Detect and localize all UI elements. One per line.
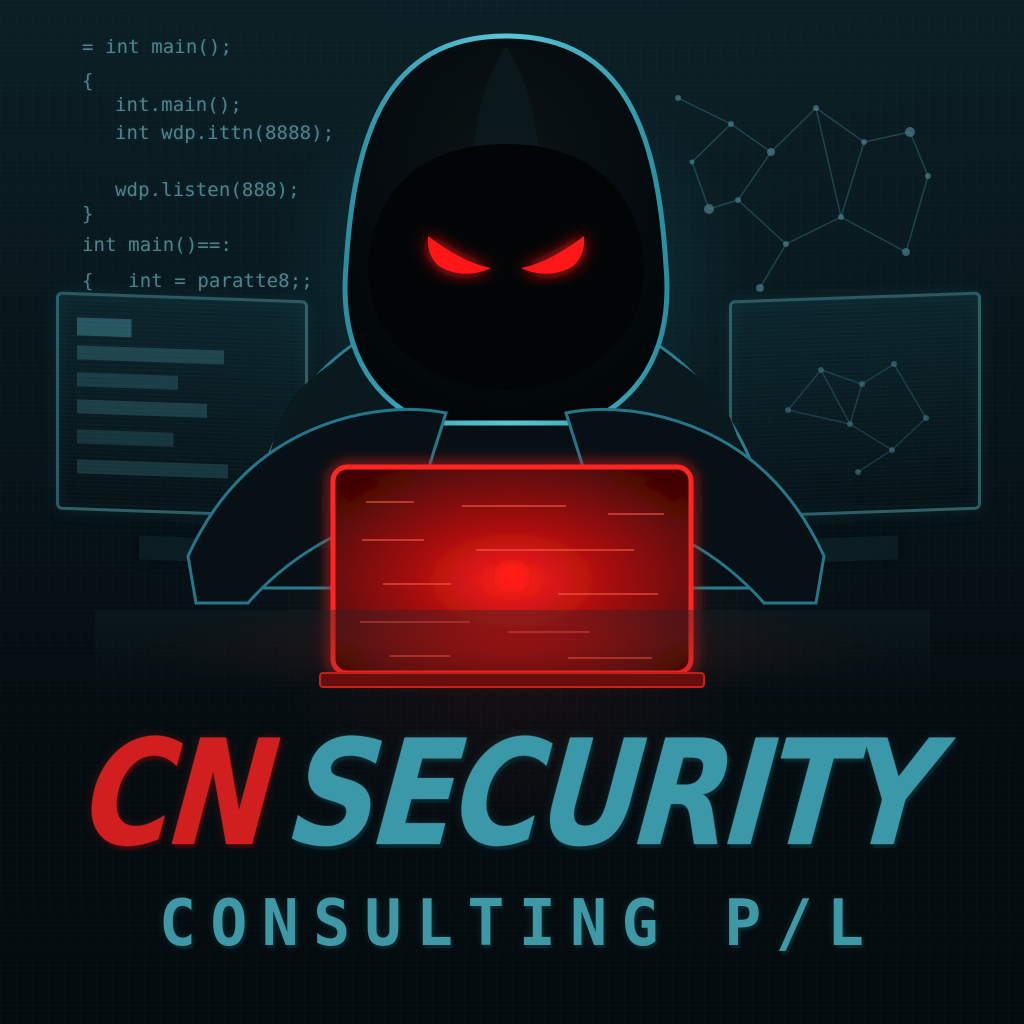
code-line-2: {	[82, 70, 94, 92]
brand-name-security: SECURITY	[285, 709, 945, 879]
brand-title: CN SECURITY	[74, 709, 949, 879]
brand-name-cn: CN	[79, 709, 282, 879]
code-line-6: }	[82, 203, 94, 225]
security-poster: = int main(); { int.main(); int wdp.ittn…	[0, 0, 1024, 1024]
desk-glow	[95, 610, 930, 700]
brand-subtitle: CONSULTING P/L	[158, 887, 879, 961]
hooded-hacker-figure-icon	[186, 33, 826, 688]
